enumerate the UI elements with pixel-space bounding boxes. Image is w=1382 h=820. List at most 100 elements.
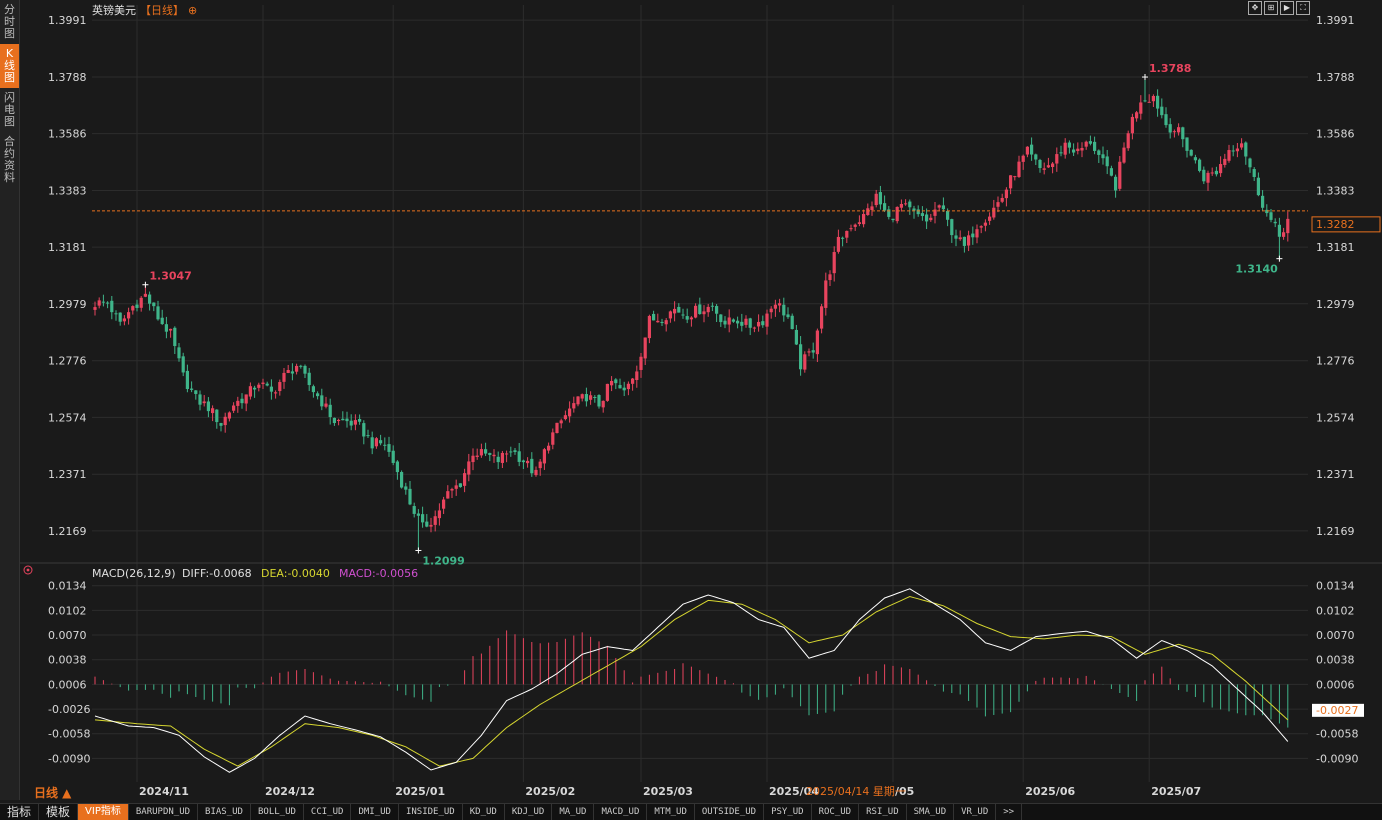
- candle-body: [1206, 172, 1210, 183]
- candle-body: [811, 350, 815, 353]
- candle-body: [1168, 124, 1172, 133]
- bottom-tab-0[interactable]: 指标: [0, 804, 40, 820]
- y-tick-right: 1.3181: [1316, 241, 1355, 254]
- candle-body: [509, 451, 513, 453]
- indicator-tab[interactable]: BIAS_UD: [198, 804, 251, 820]
- macd-y-tick-left: 0.0070: [48, 629, 87, 642]
- macd-y-tick-left: 0.0038: [48, 654, 87, 667]
- indicator-tab[interactable]: BARUPDN_UD: [129, 804, 199, 820]
- indicator-tab[interactable]: MTM_UD: [647, 804, 695, 820]
- indicator-tab[interactable]: MACD_UD: [594, 804, 648, 820]
- candle-body: [1126, 133, 1130, 149]
- candle-body: [471, 455, 475, 463]
- candle-body: [337, 419, 341, 422]
- candle-body: [698, 304, 702, 315]
- candle-body: [618, 385, 622, 389]
- candle-body: [765, 313, 769, 327]
- candle-body: [971, 233, 975, 238]
- indicator-tab[interactable]: KDJ_UD: [505, 804, 553, 820]
- candle-body: [883, 203, 887, 211]
- candle-body: [177, 347, 181, 359]
- indicator-tab[interactable]: VR_UD: [954, 804, 997, 820]
- candle-body: [1231, 150, 1235, 152]
- candle-body: [673, 308, 677, 314]
- candle-body: [853, 224, 857, 227]
- candle-body: [614, 379, 618, 384]
- candle-body: [118, 312, 122, 322]
- candle-body: [1198, 159, 1202, 171]
- candle-body: [1097, 150, 1101, 155]
- y-axis-labels: 1.3991 1.3991 1.3788 1.3788 1.3586 1.3586 1.33…: [48, 14, 1358, 765]
- candle-body: [849, 228, 853, 230]
- candle-body: [492, 454, 496, 457]
- candle-body: [895, 206, 899, 222]
- candle-body: [786, 314, 790, 318]
- candle-body: [622, 387, 626, 391]
- bottom-tab-1[interactable]: 模板: [39, 804, 79, 820]
- candle-body: [563, 415, 567, 420]
- candle-body: [790, 315, 794, 329]
- candle-body: [748, 318, 752, 328]
- period-switch[interactable]: 日线 ▲: [34, 785, 72, 800]
- indicator-tab[interactable]: DMI_UD: [351, 804, 399, 820]
- candle-body: [652, 313, 656, 321]
- candle-body: [198, 394, 202, 405]
- candle-body: [828, 274, 832, 281]
- candle-body: [1160, 106, 1164, 116]
- candle-body: [568, 408, 572, 417]
- candle-body: [643, 337, 647, 359]
- candle-body: [979, 226, 983, 228]
- candle-body: [1219, 164, 1223, 174]
- candle-body: [463, 473, 467, 486]
- indicator-tab[interactable]: MA_UD: [552, 804, 595, 820]
- indicator-tab[interactable]: OUTSIDE_UD: [695, 804, 765, 820]
- candle-body: [131, 306, 135, 311]
- y-tick-left: 1.3181: [48, 241, 87, 254]
- candle-body: [988, 216, 992, 221]
- candle-body: [1114, 176, 1118, 191]
- indicator-tab[interactable]: ROC_UD: [812, 804, 860, 820]
- candle-body: [1189, 149, 1193, 156]
- candle-body: [500, 452, 504, 463]
- chart-canvas[interactable]: 1.3991 1.3991 1.3788 1.3788 1.3586 1.3586 1.33…: [0, 0, 1382, 803]
- candle-body: [311, 386, 315, 393]
- indicator-tab[interactable]: PSY_UD: [764, 804, 812, 820]
- candle-body: [1143, 100, 1147, 102]
- candle-body: [345, 418, 349, 422]
- candle-body: [1076, 148, 1080, 152]
- candle-body: [139, 297, 143, 308]
- candle-body: [148, 294, 152, 304]
- candle-body: [1101, 154, 1105, 159]
- candle-body: [1042, 168, 1046, 170]
- candle-body: [542, 449, 546, 464]
- candle-body: [1004, 189, 1008, 199]
- candle-body: [736, 320, 740, 324]
- candle-body: [916, 209, 920, 215]
- bottom-tab-2[interactable]: VIP指标: [78, 804, 129, 820]
- candle-body: [841, 237, 845, 239]
- candle-body: [1055, 154, 1059, 164]
- indicator-tab[interactable]: RSI_UD: [859, 804, 907, 820]
- candle-body: [794, 329, 798, 345]
- macd-header: MACD(26,12,9) DIFF:-0.0068 DEA:-0.0040 MACD…: [23, 565, 418, 580]
- candle-body: [647, 315, 651, 339]
- candle-body: [496, 456, 500, 463]
- dea-value: DEA:-0.0040: [261, 567, 330, 580]
- indicator-tab[interactable]: INSIDE_UD: [399, 804, 463, 820]
- indicator-tab[interactable]: CCI_UD: [304, 804, 352, 820]
- candle-body: [303, 365, 307, 374]
- indicator-tab[interactable]: SMA_UD: [907, 804, 955, 820]
- indicator-tab[interactable]: KD_UD: [463, 804, 505, 820]
- candle-body: [1235, 148, 1239, 152]
- cursor-date-label: 2025/04/14 星期一: [806, 785, 906, 798]
- indicator-tab[interactable]: BOLL_UD: [251, 804, 304, 820]
- candle-body: [1021, 155, 1025, 162]
- more-indicators-button[interactable]: >>: [996, 804, 1023, 820]
- add-indicator-icon[interactable]: ⊕: [188, 4, 197, 17]
- candle-body: [1139, 102, 1143, 114]
- y-tick-right: 1.2776: [1316, 355, 1355, 368]
- candle-body: [626, 383, 630, 390]
- candle-body: [710, 305, 714, 307]
- x-tick-label: 2025/02: [525, 785, 575, 798]
- candle-body: [1109, 168, 1113, 176]
